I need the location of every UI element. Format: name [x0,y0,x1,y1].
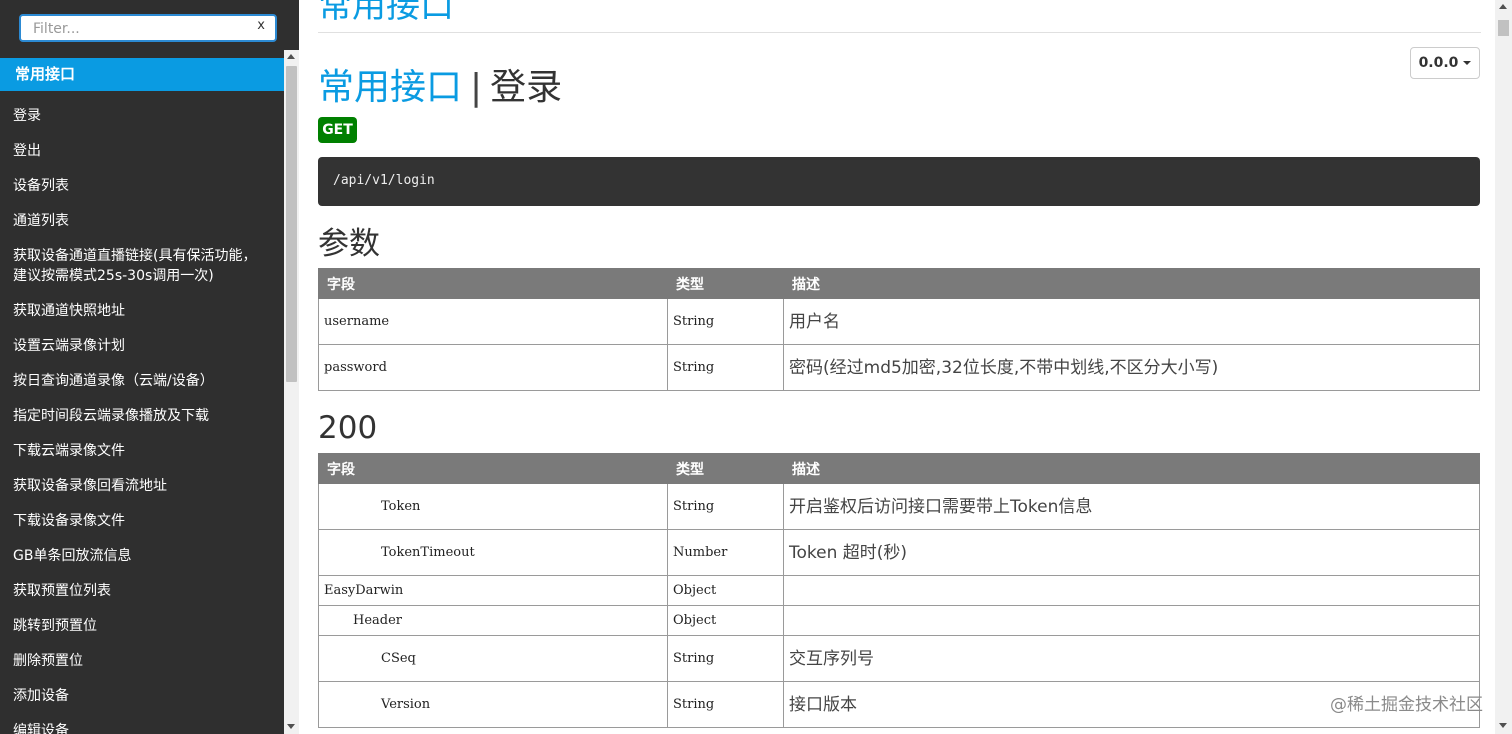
field-cell: username [318,298,668,345]
column-header-desc: 描述 [783,453,1480,484]
divider [318,32,1481,33]
type-cell: Number [667,529,784,576]
filter-box[interactable]: x [19,14,277,42]
desc-cell: 交互序列号 [783,635,1480,682]
column-header-desc: 描述 [783,268,1480,299]
scroll-up-arrow-icon[interactable] [1499,4,1507,9]
type-cell: Object [667,605,784,636]
table-row: Token String 开启鉴权后访问接口需要带上Token信息 [318,483,1480,530]
main-scrollbar[interactable] [1495,0,1512,734]
table-row: CSeq String 交互序列号 [318,635,1480,682]
column-header-type: 类型 [667,453,784,484]
table-row: Version String 接口版本 [318,681,1480,728]
table-row: EasyDarwin Object [318,575,1480,606]
desc-cell: 开启鉴权后访问接口需要带上Token信息 [783,483,1480,530]
sidebar-item[interactable]: 指定时间段云端录像播放及下载 [0,399,284,434]
field-cell: Version [318,681,668,728]
type-cell: String [667,635,784,682]
field-cell: CSeq [318,635,668,682]
params-table: 字段 类型 描述 username String 用户名 password St… [318,268,1480,391]
sidebar-item[interactable]: 设置云端录像计划 [0,329,284,364]
http-method-badge: GET [318,117,357,143]
type-cell: String [667,483,784,530]
sidebar-item[interactable]: 设备列表 [0,169,284,204]
response-title: 200 [318,410,378,446]
column-header-field: 字段 [318,453,668,484]
sidebar-item[interactable]: GB单条回放流信息 [0,539,284,574]
sidebar-item[interactable]: 通道列表 [0,204,284,239]
sidebar-item[interactable]: 编辑设备 [0,714,284,734]
table-row: username String 用户名 [318,298,1480,345]
field-cell: TokenTimeout [318,529,668,576]
column-header-type: 类型 [667,268,784,299]
api-url: /api/v1/login [333,173,435,188]
desc-cell: 用户名 [783,298,1480,345]
sidebar: x 常用接口 登录 登出 设备列表 通道列表 获取设备通道直播链接(具有保活功能… [0,0,299,734]
sidebar-item[interactable]: 获取预置位列表 [0,574,284,609]
desc-cell [783,575,1480,606]
scroll-down-arrow-icon[interactable] [287,724,295,729]
sidebar-scrollbar[interactable] [284,50,299,734]
sidebar-item[interactable]: 添加设备 [0,679,284,714]
version-dropdown[interactable]: 0.0.0 [1410,47,1480,79]
desc-cell: 密码(经过md5加密,32位长度,不带中划线,不区分大小写) [783,344,1480,391]
filter-input[interactable] [31,19,245,39]
type-cell: String [667,344,784,391]
table-row: Header Object [318,605,1480,636]
sidebar-nav-list: 登录 登出 设备列表 通道列表 获取设备通道直播链接(具有保活功能，建议按需模式… [0,99,284,734]
sidebar-item[interactable]: 删除预置位 [0,644,284,679]
type-cell: String [667,298,784,345]
api-title-separator: | [470,67,483,108]
sidebar-item[interactable]: 按日查询通道录像（云端/设备） [0,364,284,399]
filter-bar: x [0,0,299,50]
api-title-name: 登录 [490,67,563,108]
table-header-row: 字段 类型 描述 [318,268,1480,299]
api-title-group: 常用接口 [318,67,463,108]
scroll-down-arrow-icon[interactable] [1499,723,1507,728]
type-cell: String [667,681,784,728]
sidebar-item[interactable]: 登录 [0,99,284,134]
response-table: 字段 类型 描述 Token String 开启鉴权后访问接口需要带上Token… [318,453,1480,728]
api-title: 常用接口 | 登录 [318,64,562,112]
type-cell: Object [667,575,784,606]
main-scrollbar-thumb[interactable] [1498,20,1509,36]
table-header-row: 字段 类型 描述 [318,453,1480,484]
api-url-box: /api/v1/login [318,157,1480,206]
sidebar-item[interactable]: 跳转到预置位 [0,609,284,644]
caret-down-icon [1463,61,1472,65]
table-row: password String 密码(经过md5加密,32位长度,不带中划线,不… [318,344,1480,391]
desc-cell [783,605,1480,636]
watermark: @稀土掘金技术社区 [1330,695,1483,715]
sidebar-scrollbar-thumb[interactable] [286,66,297,382]
main-content: 常用接口 0.0.0 常用接口 | 登录 GET /api/v1/login 参数 … [318,0,1481,734]
clear-filter-button[interactable]: x [257,18,265,33]
sidebar-item[interactable]: 下载设备录像文件 [0,504,284,539]
params-title: 参数 [318,226,380,262]
sidebar-item[interactable]: 获取通道快照地址 [0,294,284,329]
field-cell: password [318,344,668,391]
field-cell: Token [318,483,668,530]
sidebar-group-active[interactable]: 常用接口 [0,58,284,91]
sidebar-item[interactable]: 下载云端录像文件 [0,434,284,469]
table-row: TokenTimeout Number Token 超时(秒) [318,529,1480,576]
sidebar-item[interactable]: 获取设备录像回看流地址 [0,469,284,504]
field-cell: EasyDarwin [318,575,668,606]
version-label: 0.0.0 [1418,55,1459,71]
desc-cell: Token 超时(秒) [783,529,1480,576]
sidebar-item[interactable]: 登出 [0,134,284,169]
sidebar-item[interactable]: 获取设备通道直播链接(具有保活功能，建议按需模式25s-30s调用一次) [0,239,284,294]
scroll-up-arrow-icon[interactable] [287,54,295,59]
column-header-field: 字段 [318,268,668,299]
group-heading: 常用接口 [318,0,454,26]
field-cell: Header [318,605,668,636]
